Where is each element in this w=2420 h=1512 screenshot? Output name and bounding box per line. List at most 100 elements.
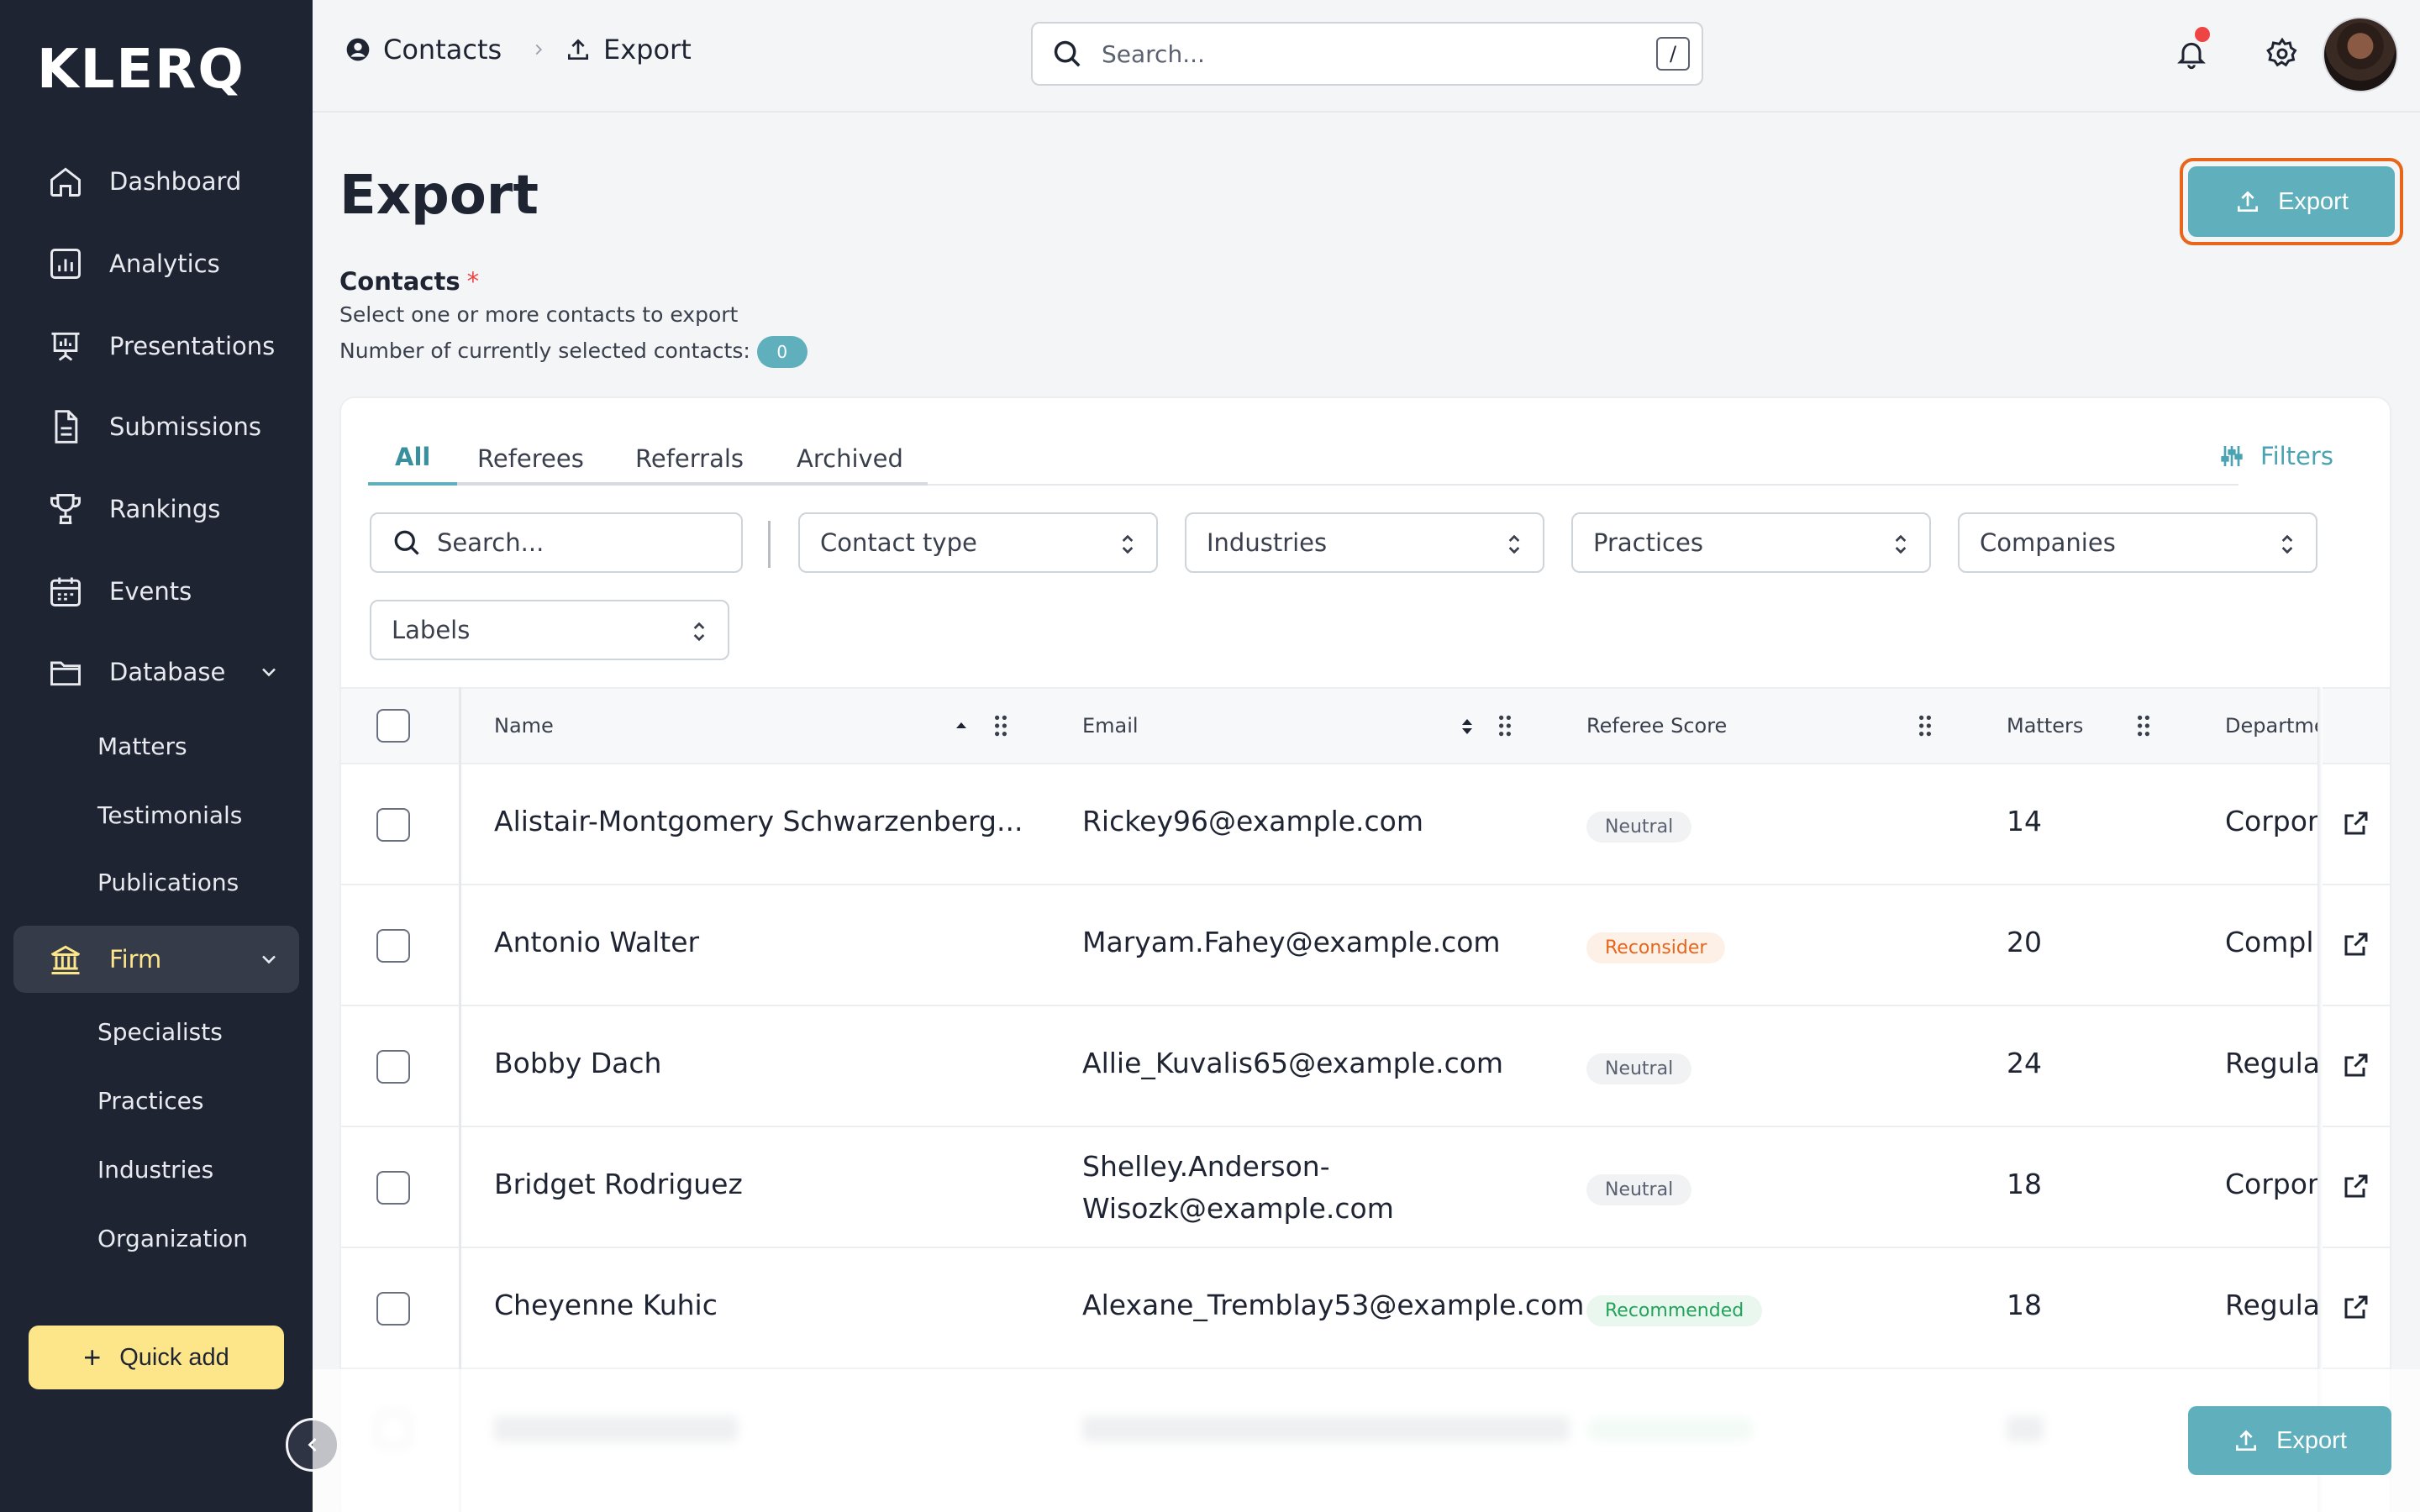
presentation-icon: [47, 328, 84, 365]
practices-select[interactable]: Practices: [1571, 512, 1931, 573]
sort-both-icon[interactable]: [1459, 716, 1476, 738]
export-button-label: Export: [2276, 1426, 2347, 1454]
controls-separator: [768, 521, 771, 568]
matters-count: 20: [2007, 926, 2042, 958]
sidebar-item-database[interactable]: Database: [13, 638, 299, 706]
industries-select[interactable]: Industries: [1185, 512, 1544, 573]
column-header-matters[interactable]: Matters: [2007, 714, 2083, 738]
global-search-input[interactable]: [1102, 39, 1623, 68]
notifications-button[interactable]: [2171, 27, 2212, 74]
upload-icon: [568, 39, 588, 60]
export-button[interactable]: Export: [2188, 166, 2395, 237]
sidebar-item-events[interactable]: Events: [13, 558, 299, 625]
contacts-label-text: Contacts: [339, 267, 460, 296]
selected-count-line: Number of currently selected contacts: 0: [339, 336, 808, 368]
export-button-bottom[interactable]: Export: [2188, 1406, 2391, 1475]
matters-count: 18: [2007, 1289, 2042, 1321]
drag-handle-icon[interactable]: [1918, 714, 1933, 738]
sidebar-subitem-publications[interactable]: Publications: [97, 869, 239, 896]
contact-type-value: Contact type: [820, 528, 977, 557]
column-header-department[interactable]: Departme: [2225, 714, 2317, 738]
contact-name: Alistair-Montgomery Schwarzenberg...: [494, 805, 1023, 837]
contact-email: Rickey96@example.com: [1082, 805, 1424, 837]
calendar-icon: [47, 573, 84, 610]
breadcrumb-contacts[interactable]: Contacts: [345, 34, 502, 66]
tab-referees[interactable]: Referees: [450, 432, 611, 486]
row-checkbox[interactable]: [376, 1050, 410, 1084]
matters-count: 14: [2007, 805, 2042, 837]
column-header-email[interactable]: Email: [1082, 714, 1139, 738]
row-checkbox[interactable]: [376, 1292, 410, 1326]
sidebar-subitem-practices[interactable]: Practices: [97, 1087, 203, 1115]
external-link-icon[interactable]: [2341, 1292, 2371, 1322]
external-link-icon[interactable]: [2341, 1171, 2371, 1201]
contact-email: Shelley.Anderson-Wisozk@example.com: [1082, 1150, 1394, 1225]
settings-button[interactable]: [2262, 34, 2302, 74]
labels-select[interactable]: Labels: [370, 600, 729, 660]
row-checkbox[interactable]: [376, 808, 410, 842]
referee-score-badge: Neutral: [1586, 811, 1692, 843]
sliders-icon: [2221, 446, 2243, 466]
sidebar-item-dashboard[interactable]: Dashboard: [13, 148, 299, 215]
sidebar-item-label: Events: [109, 577, 192, 606]
table-search-input[interactable]: [437, 528, 689, 557]
search-icon: [1054, 40, 1081, 67]
folder-icon: [47, 654, 84, 690]
table-row[interactable]: Antonio Walter Maryam.Fahey@example.com …: [341, 885, 2390, 1006]
row-checkbox[interactable]: [376, 1171, 410, 1205]
contacts-help-text: Select one or more contacts to export: [339, 302, 739, 327]
global-search[interactable]: /: [1031, 22, 1703, 86]
sidebar-subitem-specialists[interactable]: Specialists: [97, 1018, 223, 1046]
select-all-checkbox[interactable]: [376, 709, 410, 743]
row-checkbox[interactable]: [376, 929, 410, 963]
tab-all[interactable]: All: [368, 432, 458, 486]
sidebar-subitem-matters[interactable]: Matters: [97, 732, 187, 760]
quick-add-label: Quick add: [119, 1343, 229, 1371]
drag-handle-icon[interactable]: [2136, 714, 2151, 738]
companies-select[interactable]: Companies: [1958, 512, 2317, 573]
sort-asc-icon[interactable]: [953, 717, 970, 734]
quick-add-button[interactable]: + Quick add: [29, 1326, 284, 1389]
app-logo[interactable]: KLERQ: [37, 39, 245, 101]
sidebar-item-presentations[interactable]: Presentations: [13, 312, 299, 380]
user-avatar[interactable]: [2323, 17, 2398, 92]
table-row[interactable]: Alistair-Montgomery Schwarzenberg... Ric…: [341, 764, 2390, 885]
sidebar-item-analytics[interactable]: Analytics: [13, 230, 299, 297]
contact-email: Alexane_Tremblay53@example.com: [1082, 1289, 1585, 1321]
sidebar-item-label: Dashboard: [109, 167, 242, 196]
external-link-icon[interactable]: [2341, 808, 2371, 838]
sidebar-subitem-testimonials[interactable]: Testimonials: [97, 801, 242, 829]
table-row[interactable]: Bobby Dach Allie_Kuvalis65@example.com N…: [341, 1006, 2390, 1127]
filters-button[interactable]: Filters: [2218, 442, 2333, 470]
table-row[interactable]: Bridget Rodriguez Shelley.Anderson-Wisoz…: [341, 1127, 2390, 1248]
drag-handle-icon[interactable]: [1497, 714, 1512, 738]
sticky-action-bar: [313, 1369, 2420, 1512]
home-icon: [47, 163, 84, 200]
sidebar-item-label: Firm: [109, 945, 162, 974]
column-header-referee-score[interactable]: Referee Score: [1586, 714, 1727, 738]
sidebar-item-firm[interactable]: Firm: [13, 926, 299, 993]
breadcrumb-label: Export: [603, 34, 692, 66]
column-header-name[interactable]: Name: [494, 714, 554, 738]
drag-handle-icon[interactable]: [993, 714, 1008, 738]
table-search[interactable]: [370, 512, 743, 573]
external-link-icon[interactable]: [2341, 929, 2371, 959]
sort-arrows-icon: [1122, 534, 1134, 554]
external-link-icon[interactable]: [2341, 1050, 2371, 1080]
practices-value: Practices: [1593, 528, 1703, 557]
tab-archived[interactable]: Archived: [770, 432, 930, 486]
contact-email: Allie_Kuvalis65@example.com: [1082, 1047, 1504, 1079]
tab-referrals[interactable]: Referrals: [608, 432, 771, 486]
sidebar-item-submissions[interactable]: Submissions: [13, 393, 299, 460]
sidebar-subitem-organization[interactable]: Organization: [97, 1225, 248, 1252]
required-mark: *: [466, 267, 480, 296]
trophy-icon: [47, 491, 84, 528]
sidebar-subitem-industries[interactable]: Industries: [97, 1156, 213, 1184]
document-icon: [47, 408, 84, 445]
sort-arrows-icon: [1508, 534, 1520, 554]
table-row[interactable]: Cheyenne Kuhic Alexane_Tremblay53@exampl…: [341, 1248, 2390, 1369]
contact-type-select[interactable]: Contact type: [798, 512, 1158, 573]
sort-arrows-icon: [1895, 534, 1907, 554]
sidebar-item-rankings[interactable]: Rankings: [13, 475, 299, 543]
breadcrumb-export[interactable]: Export: [565, 34, 692, 66]
